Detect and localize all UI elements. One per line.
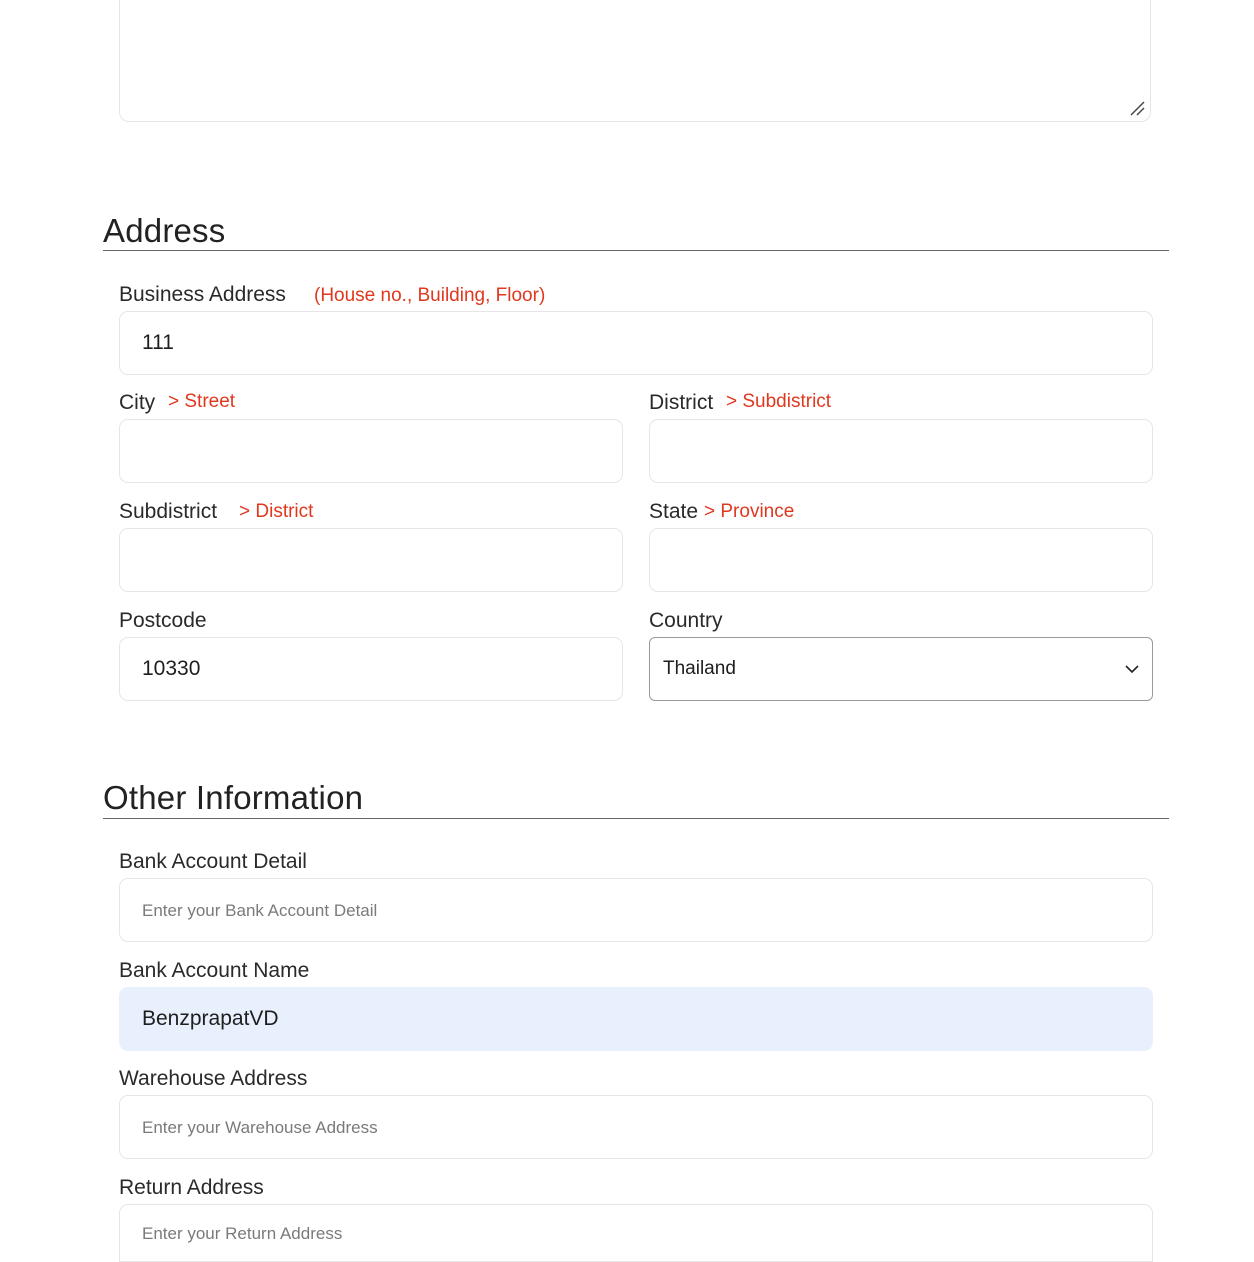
district-hint: > Subdistrict: [726, 391, 832, 412]
city-hint: > Street: [168, 391, 236, 412]
address-divider: [103, 250, 1169, 251]
postcode-input[interactable]: [119, 637, 623, 701]
warehouse-address-label: Warehouse Address: [119, 1067, 308, 1090]
country-label: Country: [649, 609, 723, 632]
description-textarea[interactable]: [119, 0, 1151, 122]
state-input[interactable]: [649, 528, 1153, 592]
bank-account-detail-input[interactable]: [119, 878, 1153, 942]
other-information-section-title: Other Information: [103, 779, 364, 816]
bank-account-name-input[interactable]: [119, 987, 1153, 1051]
return-address-input[interactable]: [119, 1204, 1153, 1262]
other-information-divider: [103, 818, 1169, 819]
business-address-input[interactable]: [119, 311, 1153, 375]
business-address-label: Business Address: [119, 283, 286, 306]
city-label: City: [119, 391, 156, 414]
warehouse-address-input[interactable]: [119, 1095, 1153, 1159]
district-input[interactable]: [649, 419, 1153, 483]
return-address-label: Return Address: [119, 1176, 264, 1199]
state-hint: > Province: [704, 501, 795, 522]
bank-account-name-label: Bank Account Name: [119, 959, 310, 982]
resize-handle-icon[interactable]: [1128, 99, 1146, 117]
country-select[interactable]: Thailand: [649, 637, 1153, 701]
postcode-label: Postcode: [119, 609, 207, 632]
country-selected-value: Thailand: [663, 658, 736, 679]
bank-account-detail-label: Bank Account Detail: [119, 850, 307, 873]
business-address-hint: (House no., Building, Floor): [314, 285, 546, 306]
address-section-title: Address: [103, 212, 226, 249]
state-label: State: [649, 500, 699, 523]
subdistrict-hint: > District: [239, 501, 314, 522]
city-input[interactable]: [119, 419, 623, 483]
subdistrict-label: Subdistrict: [119, 500, 218, 523]
chevron-down-icon: [1125, 665, 1139, 674]
subdistrict-input[interactable]: [119, 528, 623, 592]
district-label: District: [649, 391, 714, 414]
